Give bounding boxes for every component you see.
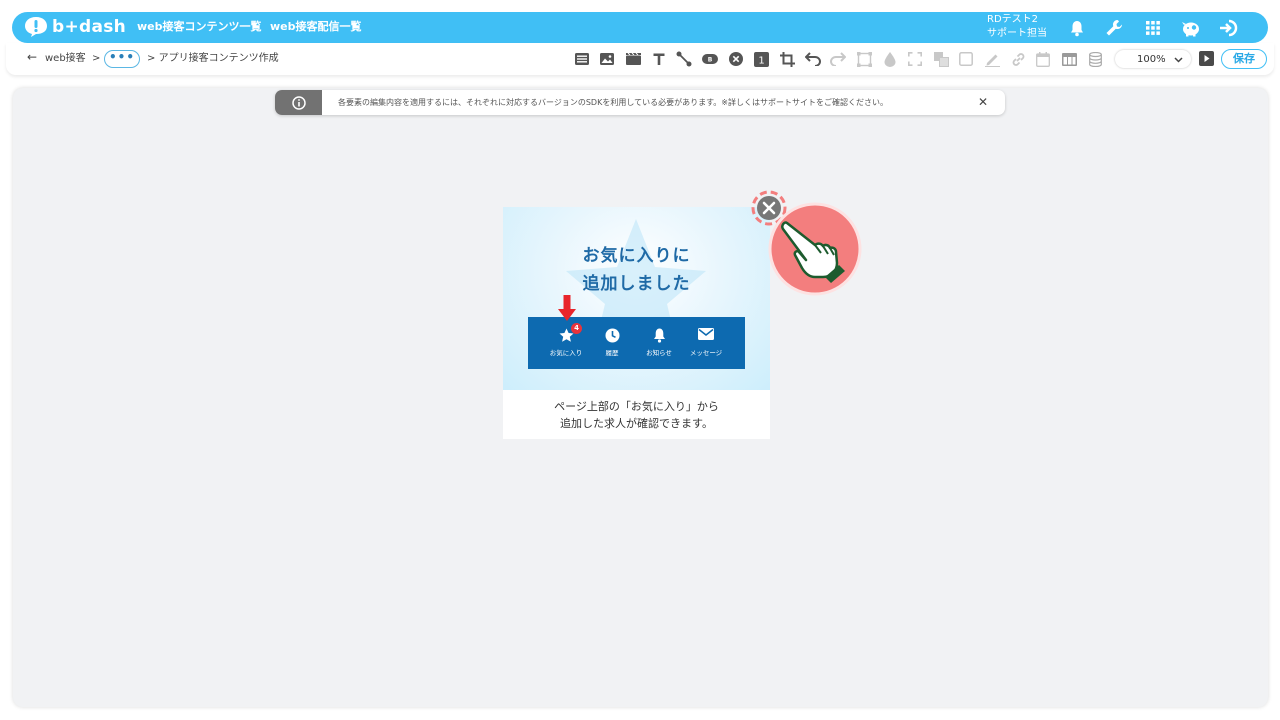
favorites-badge: 4: [571, 323, 582, 334]
bell-icon[interactable]: [1066, 17, 1088, 39]
red-down-arrow-icon: [558, 295, 576, 321]
tab-label: お知らせ: [646, 349, 672, 357]
redo-icon[interactable]: [830, 51, 846, 67]
popup-headline-line2: 追加しました: [582, 274, 691, 294]
notice-text: 各要素の編集内容を適用するには、それぞれに対応するバージョンのSDKを利用してい…: [338, 98, 888, 107]
editor-toolbar: ← web接客 > ••• > アプリ接客コンテンツ作成 B 1 100% 保存: [6, 43, 1274, 75]
button-element-icon[interactable]: B: [702, 51, 718, 67]
layer-order-icon[interactable]: [933, 51, 949, 67]
breadcrumb-separator-2: >: [147, 53, 156, 64]
table-icon[interactable]: [1061, 51, 1077, 67]
popup-image-area: お気に入りに 追加しました 4 お気に入り 履歴 お知らせ メッセージ: [503, 207, 770, 390]
fill-color-icon[interactable]: [882, 51, 898, 67]
pen-icon[interactable]: [984, 51, 1000, 67]
zoom-value: 100%: [1137, 53, 1166, 65]
tap-hint: [767, 201, 863, 301]
number-element-icon[interactable]: 1: [753, 51, 769, 67]
popup-headline: お気に入りに 追加しました: [503, 242, 770, 298]
popup-headline-line1: お気に入りに: [582, 246, 691, 266]
sdk-notice-banner: 各要素の編集内容を適用するには、それぞれに対応するバージョンのSDKを利用してい…: [275, 90, 1005, 115]
pointing-hand-icon: [768, 202, 862, 296]
clock-icon: [585, 328, 639, 343]
breadcrumb-separator: >: [92, 53, 101, 64]
logo[interactable]: b+dash: [24, 16, 126, 38]
logout-icon[interactable]: [1218, 17, 1240, 39]
link-icon[interactable]: [1010, 51, 1026, 67]
mail-icon: [679, 328, 733, 340]
nav-web-content-list[interactable]: web接客コンテンツ一覧: [137, 20, 262, 34]
nav-web-delivery-list[interactable]: web接客配信一覧: [270, 20, 362, 34]
tab-label: 履歴: [605, 349, 619, 357]
bell-icon: [632, 328, 686, 343]
svg-text:B: B: [708, 57, 713, 64]
tab-history: 履歴: [585, 317, 639, 369]
breadcrumb-more-button[interactable]: •••: [104, 50, 140, 68]
preview-play-button[interactable]: [1199, 51, 1214, 66]
breadcrumb-web[interactable]: web接客: [45, 53, 86, 65]
user-org: RDテスト2: [987, 14, 1039, 25]
popup-body-line2: 追加した求人が確認できます。: [560, 417, 713, 430]
text-icon[interactable]: [651, 51, 667, 67]
resize-icon[interactable]: [856, 51, 872, 67]
save-button[interactable]: 保存: [1221, 49, 1267, 69]
popup-body: ページ上部の「お気に入り」から 追加した求人が確認できます。: [503, 390, 770, 439]
undo-icon[interactable]: [805, 51, 821, 67]
back-arrow-icon[interactable]: ←: [27, 51, 37, 63]
chevron-down-icon: [1174, 55, 1183, 66]
user-role: サポート担当: [987, 28, 1047, 39]
zoom-select[interactable]: 100%: [1115, 50, 1191, 68]
apps-grid-icon[interactable]: [1142, 17, 1164, 39]
wrench-icon[interactable]: [1103, 17, 1125, 39]
tab-notifications: お知らせ: [632, 317, 686, 369]
user-info[interactable]: RDテスト2 サポート担当: [987, 13, 1047, 41]
tab-messages: メッセージ: [679, 317, 733, 369]
database-icon[interactable]: [1087, 51, 1103, 67]
breadcrumb-current: > アプリ接客コンテンツ作成: [147, 53, 279, 65]
popup-body-line1: ページ上部の「お気に入り」から: [554, 400, 719, 413]
crop-icon[interactable]: [779, 51, 795, 67]
piggy-bank-icon[interactable]: [1180, 17, 1202, 39]
popup-preview[interactable]: お気に入りに 追加しました 4 お気に入り 履歴 お知らせ メッセージ ページ上…: [503, 207, 770, 439]
app-header: b+dash web接客コンテンツ一覧 web接客配信一覧 RDテスト2 サポー…: [12, 12, 1268, 43]
close-element-icon[interactable]: [728, 51, 744, 67]
logo-text: b+dash: [52, 17, 127, 37]
border-icon[interactable]: [958, 51, 974, 67]
info-icon: [275, 90, 322, 115]
image-icon[interactable]: [599, 51, 615, 67]
app-tab-bar: 4 お気に入り 履歴 お知らせ メッセージ: [528, 317, 745, 369]
fullscreen-icon[interactable]: [907, 51, 923, 67]
notice-close-icon[interactable]: ✕: [978, 95, 988, 109]
tab-label: メッセージ: [689, 349, 723, 357]
breadcrumb-current-label: アプリ接客コンテンツ作成: [158, 53, 279, 64]
calendar-icon[interactable]: [1035, 51, 1051, 67]
svg-text:1: 1: [758, 55, 764, 66]
logo-bubble-icon: [24, 16, 48, 38]
video-icon[interactable]: [625, 51, 641, 67]
connector-icon[interactable]: [676, 51, 692, 67]
list-icon[interactable]: [574, 51, 590, 67]
